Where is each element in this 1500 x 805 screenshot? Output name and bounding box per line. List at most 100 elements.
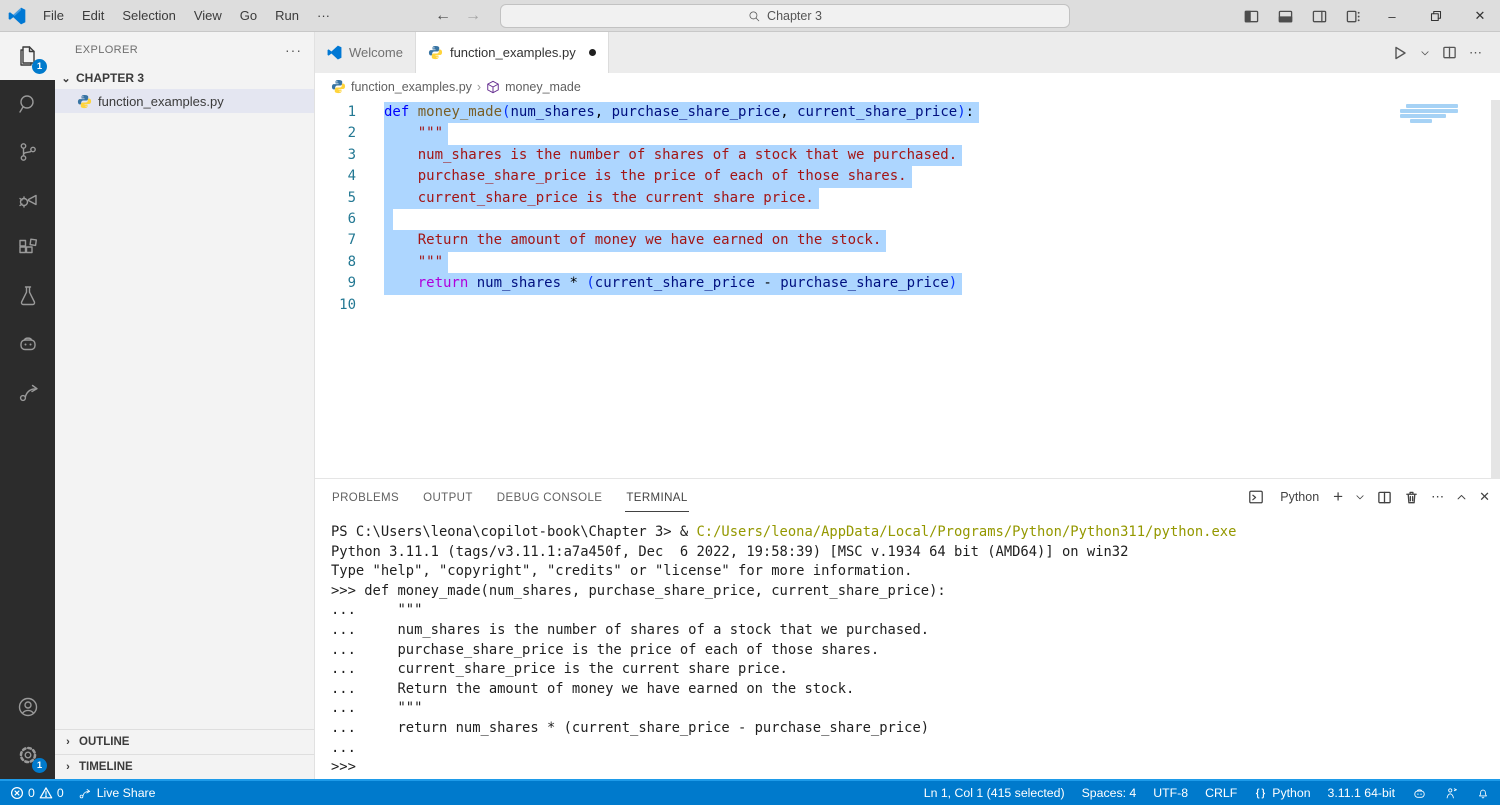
modified-indicator-icon[interactable] (588, 49, 596, 56)
split-editor-icon[interactable] (1442, 45, 1457, 60)
toggle-primary-sidebar-icon[interactable] (1236, 3, 1266, 29)
toggle-secondary-sidebar-icon[interactable] (1304, 3, 1334, 29)
terminal-line-1: PS C:\Users\leona\copilot-book\Chapter 3… (331, 523, 1500, 543)
terminal-output[interactable]: PS C:\Users\leona\copilot-book\Chapter 3… (315, 515, 1500, 779)
panel-more-actions-icon[interactable]: ⋯ (1431, 489, 1444, 505)
close-panel-icon[interactable]: ✕ (1479, 489, 1490, 505)
bottom-panel: PROBLEMS OUTPUT DEBUG CONSOLE TERMINAL Pyth… (315, 478, 1500, 779)
tab-welcome[interactable]: Welcome (315, 32, 416, 73)
terminal-text: ... return num_shares * (current_share_p… (331, 719, 930, 736)
activity-explorer-icon[interactable]: 1 (0, 32, 55, 80)
vscode-logo-icon (0, 7, 34, 25)
status-copilot-icon[interactable] (1412, 786, 1427, 801)
menu-[interactable]: ··· (308, 4, 339, 27)
status-python-version[interactable]: 3.11.1 64-bit (1328, 786, 1395, 800)
breadcrumb-file[interactable]: function_examples.py (351, 80, 472, 94)
editor-scrollbar[interactable] (1491, 100, 1500, 478)
activity-extensions-icon[interactable] (0, 224, 55, 272)
panel-tab-problems[interactable]: PROBLEMS (331, 483, 400, 512)
code-line-2: 2 """ (315, 123, 1500, 145)
line-number: 6 (347, 210, 356, 227)
line-number: 8 (347, 253, 356, 270)
token: * (561, 275, 587, 292)
live-share-icon (79, 789, 90, 799)
close-window-button[interactable]: ✕ (1460, 0, 1500, 32)
activity-account-icon[interactable] (0, 683, 55, 731)
editor-tab-bar: Welcome function_examples.py ⋯ (315, 32, 1500, 73)
run-python-file-icon[interactable] (1392, 45, 1408, 61)
line-content: current_share_price is the current share… (384, 187, 819, 209)
token: purchase_share_price is the price of eac… (384, 168, 907, 185)
token: current_share_price is the current share… (384, 189, 814, 206)
activity-live-share-icon[interactable] (0, 368, 55, 416)
activity-source-control-icon[interactable] (0, 128, 55, 176)
split-terminal-icon[interactable] (1377, 490, 1392, 505)
line-content: num_shares is the number of shares of a … (384, 144, 963, 167)
terminal-line-3: Type "help", "copyright", "credits" or "… (331, 562, 1500, 582)
minimize-button[interactable]: – (1372, 0, 1412, 32)
nav-forward-icon[interactable]: → (465, 7, 481, 25)
customize-layout-icon[interactable] (1338, 3, 1368, 29)
maximize-panel-icon[interactable] (1456, 492, 1467, 503)
panel-tab-terminal[interactable]: TERMINAL (625, 483, 689, 512)
warning-count: 0 (56, 786, 64, 800)
panel-tab-output[interactable]: OUTPUT (422, 483, 474, 512)
terminal-text: >>> def money_made(num_shares, purchase_… (331, 582, 946, 599)
status-feedback-icon[interactable] (1444, 786, 1459, 801)
terminal-line-6: ... num_shares is the number of shares o… (331, 621, 1500, 641)
terminal-icon (1248, 489, 1264, 505)
breadcrumb: function_examples.py › money_made (315, 73, 1500, 100)
restore-button[interactable] (1416, 0, 1456, 32)
chevron-right-icon: › (66, 761, 70, 773)
terminal-text: ... """ (331, 602, 423, 619)
activity-run-and-debug-icon[interactable] (0, 176, 55, 224)
menu-go[interactable]: Go (231, 4, 266, 27)
activity-testing-icon[interactable] (0, 272, 55, 320)
command-center-search[interactable]: Chapter 3 (500, 4, 1070, 28)
chevron-right-icon: › (66, 736, 70, 748)
activity-settings-icon[interactable]: 1 (0, 731, 55, 779)
outline-section[interactable]: › OUTLINE (55, 729, 314, 754)
toggle-panel-icon[interactable] (1270, 3, 1300, 29)
live-share-status[interactable]: Live Share (78, 786, 155, 800)
panel-tab-debug-console[interactable]: DEBUG CONSOLE (496, 483, 604, 512)
braces-icon (1254, 787, 1267, 800)
status-language-mode[interactable]: Python (1254, 786, 1311, 800)
terminal-dropdown-icon[interactable] (1355, 492, 1365, 502)
menu-edit[interactable]: Edit (73, 4, 113, 27)
folder-chapter-3[interactable]: ⌄ CHAPTER 3 (55, 67, 314, 89)
kill-terminal-icon[interactable] (1404, 490, 1419, 505)
status-eol-sequence[interactable]: CRLF (1205, 786, 1237, 800)
terminal-shell-label[interactable]: Python (1280, 490, 1319, 504)
activity-copilot-icon[interactable] (0, 320, 55, 368)
line-number: 5 (347, 189, 356, 206)
status-indentation[interactable]: Spaces: 4 (1082, 786, 1137, 800)
editor-more-actions-icon[interactable]: ⋯ (1469, 45, 1482, 61)
nav-back-icon[interactable]: ← (435, 7, 451, 25)
status-cursor-position[interactable]: Ln 1, Col 1 (415 selected) (924, 786, 1065, 800)
code-editor[interactable]: 1 def money_made(num_shares, purchase_sha… (315, 100, 1500, 478)
new-terminal-icon[interactable]: + (1333, 487, 1343, 507)
menu-run[interactable]: Run (266, 4, 308, 27)
status-encoding[interactable]: UTF-8 (1153, 786, 1188, 800)
timeline-section[interactable]: › TIMELINE (55, 754, 314, 779)
terminal-line-11: ... return num_shares * (current_share_p… (331, 719, 1500, 739)
error-count: 0 (28, 786, 35, 800)
explorer-actions-icon[interactable]: ··· (285, 42, 302, 58)
breadcrumb-symbol[interactable]: money_made (505, 80, 581, 94)
terminal-line-5: ... """ (331, 601, 1500, 621)
tab-label: Welcome (349, 45, 403, 60)
selection-highlight: def money_made(num_shares, purchase_shar… (384, 102, 980, 124)
file-item-function-examples[interactable]: function_examples.py (55, 89, 314, 113)
menu-file[interactable]: File (34, 4, 73, 27)
tab-function-examples-py[interactable]: function_examples.py (415, 32, 609, 73)
run-dropdown-icon[interactable] (1420, 48, 1430, 58)
minimap[interactable] (1400, 104, 1460, 124)
status-bell-icon[interactable] (1476, 786, 1490, 800)
problems-status[interactable]: 0 0 (10, 786, 64, 800)
activity-search-icon[interactable] (0, 80, 55, 128)
menu-view[interactable]: View (185, 4, 231, 27)
menu-selection[interactable]: Selection (113, 4, 184, 27)
line-content: purchase_share_price is the price of eac… (384, 166, 912, 188)
terminal-text: ... num_shares is the number of shares o… (331, 621, 930, 638)
